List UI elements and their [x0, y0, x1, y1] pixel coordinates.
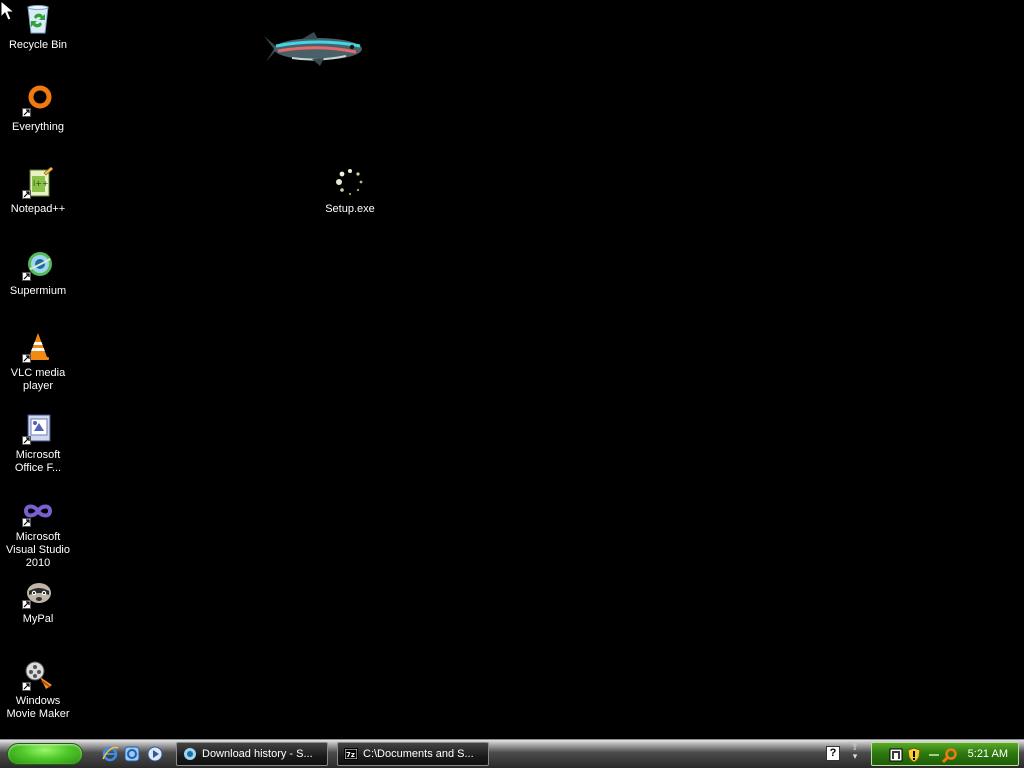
shortcut-arrow-icon [22, 354, 31, 363]
desktop-icon-supermium[interactable]: Supermium [0, 249, 76, 298]
desktop-icon-label: VLC media player [10, 367, 66, 392]
desktop-icon-label: Setup.exe [325, 203, 375, 215]
desktop-icon-office[interactable]: Microsoft Office F... [0, 413, 76, 475]
task-label: Download history - S... [202, 748, 313, 760]
desktop-icon-label: Microsoft Visual Studio 2010 [5, 531, 70, 569]
chevron-icon[interactable]: ⇪ ▾ [848, 743, 862, 765]
shortcut-arrow-icon [22, 436, 31, 445]
help-icon[interactable]: ? [826, 746, 840, 761]
mouse-cursor-icon [0, 0, 20, 22]
desktop-icon-movie-maker[interactable]: Windows Movie Maker [0, 659, 76, 721]
system-tray: 5:21 AM [871, 742, 1019, 766]
desktop-icon-label: Microsoft Office F... [14, 449, 62, 474]
desktop-icon-label: MyPal [22, 613, 54, 625]
media-player-icon[interactable] [146, 745, 164, 763]
supermium-browser-icon [183, 747, 197, 761]
supermium-browser-icon [22, 249, 54, 281]
desktop-icon-label: Notepad++ [10, 203, 66, 215]
desktop[interactable]: Recycle Bin Everything i++ Notepad++ Sup… [0, 0, 1024, 739]
desktop-icon-label: Everything [12, 121, 64, 133]
network-icon[interactable] [888, 747, 904, 763]
notepadpp-icon: i++ [22, 167, 54, 199]
desktop-icon-mypal[interactable]: MyPal [0, 577, 76, 626]
desktop-icon-visual-studio[interactable]: Microsoft Visual Studio 2010 [0, 495, 76, 570]
clock[interactable]: 5:21 AM [968, 748, 1008, 760]
shortcut-arrow-icon [22, 272, 31, 281]
shortcut-arrow-icon [22, 518, 31, 527]
7zip-icon: 7z [344, 747, 358, 761]
office-file-icon [22, 413, 54, 445]
task-label: C:\Documents and S... [363, 748, 474, 760]
shortcut-arrow-icon [22, 600, 31, 609]
desktop-icon-label: Supermium [9, 285, 67, 297]
desktop-icon-notepadpp[interactable]: i++ Notepad++ [0, 167, 76, 216]
start-button[interactable] [7, 743, 83, 765]
dash-icon[interactable] [926, 747, 942, 763]
desktop-icon-vlc[interactable]: VLC media player [0, 331, 76, 393]
vlc-cone-icon [22, 331, 54, 363]
ie-alt-icon[interactable] [123, 745, 141, 763]
shortcut-arrow-icon [22, 108, 31, 117]
movie-maker-icon [22, 659, 54, 691]
desktop-icon-everything[interactable]: Everything [0, 85, 76, 134]
fish-image [262, 28, 366, 70]
everything-search-icon [22, 85, 54, 117]
taskbar-button-documents-folder[interactable]: 7z C:\Documents and S... [337, 742, 489, 766]
shortcut-arrow-icon [22, 190, 31, 199]
security-shield-icon[interactable] [906, 747, 922, 763]
desktop-icon-setup-exe[interactable]: Setup.exe [312, 167, 388, 216]
visual-studio-icon [22, 495, 54, 527]
desktop-icon-label: Recycle Bin [8, 39, 68, 51]
taskbar: Download history - S... 7z C:\Documents … [0, 739, 1024, 768]
internet-explorer-icon[interactable] [101, 745, 119, 763]
recycle-bin-icon [22, 3, 54, 35]
taskbar-button-download-history[interactable]: Download history - S... [176, 742, 328, 766]
search-icon[interactable] [942, 747, 958, 763]
setup-loading-icon [334, 167, 366, 199]
desktop-icon-label: Windows Movie Maker [6, 695, 70, 720]
shortcut-arrow-icon [22, 682, 31, 691]
svg-text:i++: i++ [33, 179, 49, 188]
svg-text:7z: 7z [346, 751, 355, 759]
mypal-raccoon-icon [22, 577, 54, 609]
